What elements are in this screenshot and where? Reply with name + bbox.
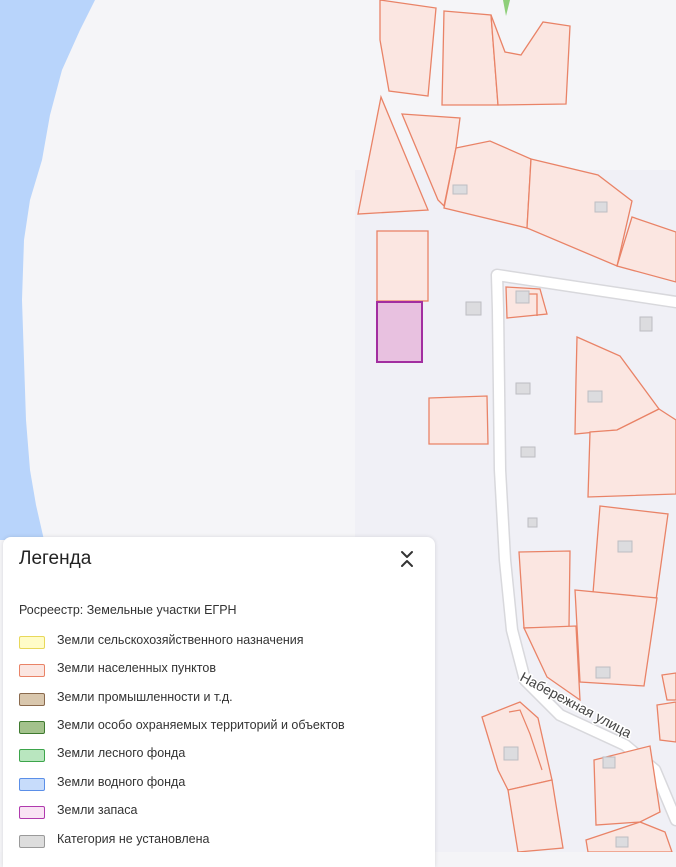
parcel[interactable] — [428, 395, 489, 445]
legend-item-industrial: Земли промышленности и т.д. — [19, 690, 419, 710]
parcel[interactable] — [376, 230, 429, 302]
parcel[interactable] — [592, 505, 669, 601]
legend-item-settlement: Земли населенных пунктов — [19, 661, 419, 681]
legend-swatch — [19, 835, 45, 848]
legend-item-agricultural: Земли сельскохозяйственного назначения — [19, 633, 419, 653]
legend-panel: Легенда Росреестр: Земельные участки ЕГР… — [3, 537, 435, 867]
legend-item-label: Земли сельскохозяйственного назначения — [57, 633, 304, 647]
building — [639, 316, 653, 332]
chevrons-collapse-icon — [401, 551, 413, 567]
collapse-button[interactable] — [395, 547, 419, 571]
legend-item-forest: Земли лесного фонда — [19, 746, 419, 766]
legend-item-label: Земли водного фонда — [57, 775, 186, 789]
legend-item-water: Земли водного фонда — [19, 775, 419, 795]
parcel[interactable] — [379, 0, 437, 97]
legend-item-label: Земли населенных пунктов — [57, 661, 216, 675]
building — [587, 390, 603, 403]
legend-item-reserve: Земли запаса — [19, 803, 419, 823]
parcel[interactable] — [574, 589, 658, 687]
building — [615, 836, 629, 848]
legend-swatch — [19, 806, 45, 819]
selected-parcel[interactable] — [376, 301, 423, 363]
legend-item-label: Категория не установлена — [57, 832, 210, 846]
building — [452, 184, 468, 195]
building — [602, 756, 616, 769]
legend-subtitle: Росреестр: Земельные участки ЕГРН — [19, 603, 237, 617]
legend-swatch — [19, 693, 45, 706]
building — [527, 517, 538, 528]
legend-swatch — [19, 778, 45, 791]
legend-item-label: Земли промышленности и т.д. — [57, 690, 233, 704]
building — [520, 446, 536, 458]
parcel[interactable] — [656, 701, 676, 743]
building — [503, 746, 519, 761]
legend-swatch — [19, 721, 45, 734]
building — [617, 540, 633, 553]
legend-title: Легенда — [19, 548, 92, 569]
building — [595, 666, 611, 679]
parcel[interactable] — [518, 550, 571, 629]
parcel[interactable] — [441, 10, 499, 106]
legend-item-uncategorized: Категория не установлена — [19, 832, 419, 852]
legend-swatch — [19, 664, 45, 677]
legend-swatch — [19, 749, 45, 762]
building — [594, 201, 608, 213]
legend-item-label: Земли лесного фонда — [57, 746, 186, 760]
building — [515, 382, 531, 395]
building — [465, 301, 482, 316]
legend-swatch — [19, 636, 45, 649]
legend-item-label: Земли особо охраняемых территорий и объе… — [57, 718, 345, 732]
building — [515, 290, 530, 304]
legend-item-protected: Земли особо охраняемых территорий и объе… — [19, 718, 419, 738]
legend-item-label: Земли запаса — [57, 803, 138, 817]
